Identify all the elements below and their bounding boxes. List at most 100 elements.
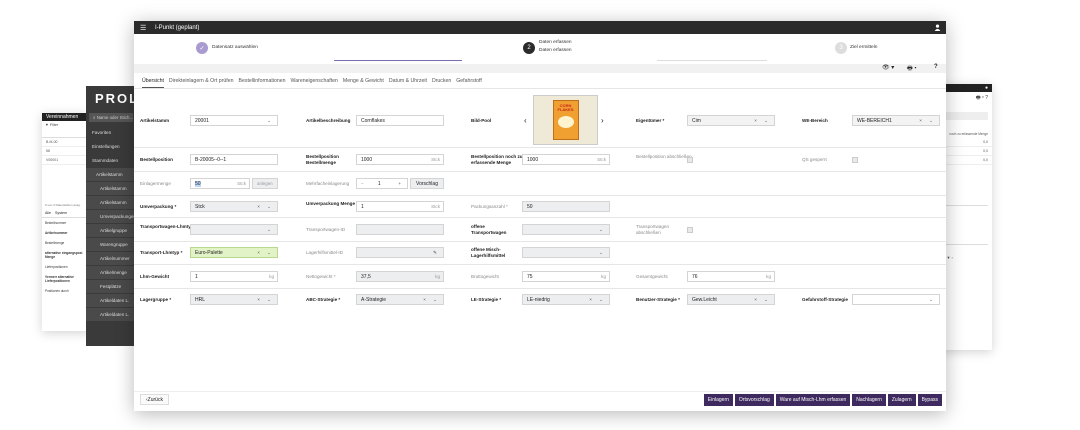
hamburger-icon[interactable]: ☰ bbox=[140, 24, 150, 32]
step-2-current-icon[interactable]: 2 bbox=[523, 42, 535, 54]
sidebar-item-0[interactable]: Favoriten bbox=[86, 126, 136, 140]
chevron-down-icon[interactable]: ⌄ bbox=[599, 227, 606, 233]
tab-1[interactable]: Direkteinlagern & Ort prüfen bbox=[169, 77, 234, 88]
print-icon[interactable]: 🖶 ▾ bbox=[907, 64, 917, 74]
tab-3[interactable]: Wareneigenschaften bbox=[291, 77, 338, 88]
back-button[interactable]: ‹ Zurück bbox=[140, 394, 169, 405]
sidebar-item-2[interactable]: Stammdaten bbox=[86, 154, 136, 168]
bg-left-row-0[interactable]: B-M-00 bbox=[42, 138, 90, 147]
bestellmenge-field[interactable]: 1000 Stck bbox=[356, 154, 444, 165]
action-button-4[interactable]: Zulagern bbox=[887, 394, 916, 406]
action-button-5[interactable]: Bypass bbox=[917, 394, 942, 406]
user-icon[interactable] bbox=[934, 24, 941, 31]
sidebar-item-8[interactable]: Warengruppe bbox=[86, 238, 136, 252]
clear-chevron-icon[interactable]: × ⌄ bbox=[257, 250, 274, 256]
tab-0[interactable]: Übersicht bbox=[142, 77, 164, 88]
chevron-down-icon[interactable]: ⌄ bbox=[267, 118, 274, 124]
image-prev-icon[interactable]: ‹ bbox=[524, 116, 527, 125]
vorschlag-button[interactable]: Vorschlag bbox=[410, 178, 444, 189]
tab-6[interactable]: Drucken bbox=[432, 77, 451, 88]
benutzer-select[interactable]: Gew.Leicht × ⌄ bbox=[687, 294, 775, 305]
lagergruppe-select[interactable]: HRL × ⌄ bbox=[190, 294, 278, 305]
minus-icon[interactable]: − bbox=[361, 181, 364, 187]
action-button-3[interactable]: Nachlagern bbox=[852, 394, 886, 406]
sidebar-item-1[interactable]: Einstellungen bbox=[86, 140, 136, 154]
action-button-1[interactable]: Ortsvorschlag bbox=[734, 394, 774, 406]
twid-field[interactable] bbox=[356, 224, 444, 235]
sidebar-item-12[interactable]: Artikeldaten L. bbox=[86, 294, 136, 308]
gesamt-field[interactable]: 76 kg bbox=[687, 271, 775, 282]
artikelbeschreibung-field[interactable]: Cornflakes bbox=[356, 115, 444, 126]
bg-left-row-1[interactable]: 58 bbox=[42, 147, 90, 156]
sidebar-item-6[interactable]: Umverpackungen bbox=[86, 210, 136, 224]
bg-right-row-2[interactable]: 0,0 bbox=[940, 156, 992, 165]
clear-chevron-icon[interactable]: × ⌄ bbox=[589, 297, 606, 303]
artikelstamm-field[interactable]: 20001 ⌄ bbox=[190, 115, 278, 126]
le-select[interactable]: LE-niedrig × ⌄ bbox=[522, 294, 610, 305]
gefahr-select[interactable]: ⌄ bbox=[852, 294, 940, 305]
qs-checkbox[interactable] bbox=[852, 157, 858, 163]
chevron-down-icon[interactable]: ⌄ bbox=[267, 227, 274, 233]
clear-chevron-icon[interactable]: × ⌄ bbox=[919, 118, 936, 124]
clear-chevron-icon[interactable]: × ⌄ bbox=[423, 297, 440, 303]
tab-2[interactable]: Bestellinformationen bbox=[239, 77, 286, 88]
bg-left-row-2[interactable]: V00001 bbox=[42, 156, 90, 165]
tlhmtyp-select[interactable]: Euro-Palette × ⌄ bbox=[190, 247, 278, 258]
image-next-icon[interactable]: › bbox=[601, 116, 604, 125]
mehrfach-stepper[interactable]: − 1 + bbox=[356, 178, 408, 189]
bg-right-row-1[interactable]: 0,0 bbox=[940, 147, 992, 156]
action-button-0[interactable]: Einlagern bbox=[703, 394, 733, 406]
umverpackung-select[interactable]: Stck × ⌄ bbox=[190, 201, 278, 212]
step-1-done-icon[interactable]: ✓ bbox=[196, 42, 208, 54]
mischlhm-select[interactable]: ⌄ bbox=[522, 247, 610, 258]
abschliessen-checkbox[interactable] bbox=[687, 157, 693, 163]
anlegen-button[interactable]: anlegen bbox=[252, 178, 278, 189]
bg-right-search[interactable] bbox=[944, 112, 988, 120]
lhmid-field[interactable]: ✎ bbox=[356, 247, 444, 258]
offenetw-select[interactable]: ⌄ bbox=[522, 224, 610, 235]
clear-chevron-icon[interactable]: × ⌄ bbox=[257, 204, 274, 210]
pencil-icon[interactable]: ✎ bbox=[433, 250, 440, 256]
sidebar-item-9[interactable]: Artikelnummer bbox=[86, 252, 136, 266]
twlhmtyp-select[interactable]: ⌄ bbox=[190, 224, 278, 235]
clear-chevron-icon[interactable]: × ⌄ bbox=[257, 297, 274, 303]
bg-left-tab-all[interactable]: Alle bbox=[45, 211, 51, 215]
abc-select[interactable]: A-Strategie × ⌄ bbox=[356, 294, 444, 305]
einlagermenge-field[interactable]: 50 Stck bbox=[190, 178, 250, 189]
user-icon[interactable]: ● bbox=[985, 85, 988, 91]
bg-right-row-0[interactable]: 0,0 bbox=[940, 138, 992, 147]
help-icon[interactable]: ? bbox=[934, 64, 938, 70]
bg-left-filter[interactable]: ▼ Filter bbox=[42, 121, 90, 129]
twabschliessen-checkbox[interactable] bbox=[687, 227, 693, 233]
nochzuerfassen-field[interactable]: 1000 Stck bbox=[522, 154, 610, 165]
sidebar-item-10[interactable]: Artikelmenge bbox=[86, 266, 136, 280]
sidebar-item-5[interactable]: Artikelstamm bbox=[86, 196, 136, 210]
tab-5[interactable]: Datum & Uhrzeit bbox=[389, 77, 427, 88]
plus-icon[interactable]: + bbox=[398, 181, 404, 186]
visibility-icon[interactable]: 👁 ▾ bbox=[882, 64, 894, 71]
help-icon[interactable]: ? bbox=[985, 95, 988, 101]
sidebar-item-13[interactable]: Artikeldaten L. bbox=[86, 308, 136, 322]
webereich-select[interactable]: WE-BEREICH1 × ⌄ bbox=[852, 115, 940, 126]
sidebar-item-11[interactable]: Festplätze bbox=[86, 280, 136, 294]
sidebar-search-input[interactable]: ⌕ Name oder Stich... bbox=[89, 113, 133, 122]
step-3-pending-icon[interactable]: 3 bbox=[835, 42, 847, 54]
brutto-field[interactable]: 75 kg bbox=[522, 271, 610, 282]
bestellposition-field[interactable]: B-20005--0--1 bbox=[190, 154, 278, 165]
bg-right-pager[interactable]: ‹ ▼ › bbox=[940, 245, 992, 270]
chevron-down-icon[interactable]: ⌄ bbox=[929, 297, 936, 303]
print-icon[interactable]: 🖶 ▾ bbox=[976, 95, 984, 101]
sidebar-item-3[interactable]: Artikelstamm bbox=[86, 168, 136, 182]
tab-7[interactable]: Gefahrstoff bbox=[456, 77, 482, 88]
umverpackungmenge-field[interactable]: 1 Stck bbox=[356, 201, 444, 212]
bg-left-tab-system[interactable]: System bbox=[55, 211, 67, 215]
clear-chevron-icon[interactable]: × ⌄ bbox=[754, 118, 771, 124]
lhmgewicht-field[interactable]: 1 kg bbox=[190, 271, 278, 282]
action-button-2[interactable]: Ware auf Misch-Lhm erfassen bbox=[775, 394, 851, 406]
tab-4[interactable]: Menge & Gewicht bbox=[343, 77, 384, 88]
chevron-down-icon[interactable]: ⌄ bbox=[599, 250, 606, 256]
clear-chevron-icon[interactable]: × ⌄ bbox=[754, 297, 771, 303]
eigentuemer-select[interactable]: Cim × ⌄ bbox=[687, 115, 775, 126]
sidebar-item-7[interactable]: Artikelgruppe bbox=[86, 224, 136, 238]
sidebar-item-4[interactable]: Artikelstamm bbox=[86, 182, 136, 196]
